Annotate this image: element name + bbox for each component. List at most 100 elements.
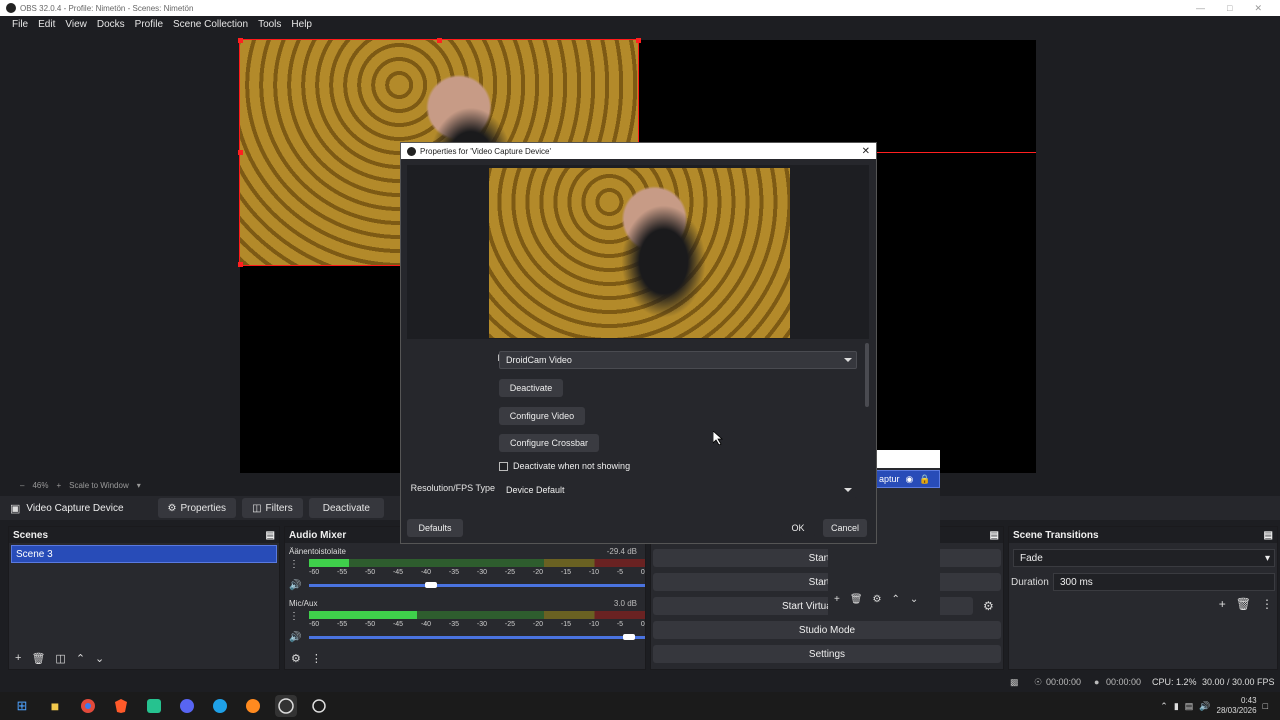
advanced-audio-icon[interactable]: ⚙	[291, 652, 301, 665]
scrollbar[interactable]	[865, 343, 869, 407]
gear-icon[interactable]: ⚙	[983, 599, 994, 613]
menu-dots-icon[interactable]: ⋮	[289, 611, 299, 622]
network-icon[interactable]: ▤	[1185, 701, 1194, 712]
volume-slider[interactable]	[309, 582, 645, 588]
duration-label: Duration	[1011, 577, 1049, 588]
app-icon[interactable]	[143, 695, 165, 717]
volume-slider[interactable]	[309, 634, 645, 640]
firefox-icon[interactable]	[242, 695, 264, 717]
deactivate-checkbox-row[interactable]: Deactivate when not showing	[499, 461, 630, 471]
clock-time[interactable]: 0:43	[1241, 696, 1257, 706]
deactivate-button[interactable]: Deactivate	[308, 498, 384, 518]
gear-icon[interactable]: ⚙	[873, 594, 882, 605]
clock-date[interactable]: 28/03/2026	[1217, 706, 1257, 716]
ok-button[interactable]: OK	[781, 519, 815, 537]
obs-icon[interactable]	[275, 695, 297, 717]
eye-icon[interactable]: ◉	[906, 474, 914, 485]
chevron-up-icon[interactable]: ⌃	[76, 652, 85, 665]
chevron-down-icon[interactable]: ⌄	[95, 652, 104, 665]
app2-icon[interactable]	[308, 695, 330, 717]
file-explorer-icon[interactable]: ■	[44, 695, 66, 717]
undock-icon[interactable]: ▤	[266, 530, 275, 541]
brave-icon[interactable]	[110, 695, 132, 717]
volume-knob[interactable]	[424, 582, 437, 588]
chevron-down-icon[interactable]: ▾	[137, 481, 141, 490]
menu-file[interactable]: File	[12, 19, 28, 30]
properties-button[interactable]: ⚙ Properties	[157, 498, 237, 518]
undock-icon[interactable]: ▤	[990, 530, 999, 541]
trash-icon[interactable]: 🗑	[850, 594, 863, 605]
sources-footer: + 🗑 ⚙ ⌃ ⌄	[834, 594, 918, 605]
undock-icon[interactable]: ▤	[1264, 530, 1273, 541]
menu-profile[interactable]: Profile	[135, 19, 163, 30]
filter-icon[interactable]: ◫	[55, 652, 65, 665]
configure-crossbar-button[interactable]: Configure Crossbar	[499, 434, 599, 452]
discord-icon[interactable]	[176, 695, 198, 717]
scale-mode[interactable]: Scale to Window	[69, 481, 129, 490]
resfps-value: Device Default	[506, 485, 565, 495]
source-item[interactable]: aptur ◉ 🔒	[876, 470, 940, 488]
windows-start-icon[interactable]: ⊞	[11, 695, 33, 717]
meter-level	[309, 559, 350, 567]
transition-select[interactable]: Fade ▾	[1013, 549, 1275, 567]
notification-icon[interactable]: □	[1263, 701, 1268, 711]
meter-level	[309, 611, 417, 619]
studio-mode-button[interactable]: Studio Mode	[653, 621, 1001, 639]
menu-edit[interactable]: Edit	[38, 19, 55, 30]
defaults-label: Defaults	[418, 523, 452, 533]
menu-scene-collection[interactable]: Scene Collection	[173, 19, 248, 30]
cancel-button[interactable]: Cancel	[823, 519, 867, 537]
add-icon[interactable]: +	[15, 652, 21, 665]
zoom-out-icon[interactable]: –	[20, 481, 24, 490]
chevron-down-icon[interactable]: ⌄	[910, 594, 918, 605]
start-recording-button[interactable]: Start Re	[653, 573, 1001, 591]
zoom-in-icon[interactable]: +	[56, 481, 61, 490]
speaker-icon[interactable]: 🔊	[289, 580, 301, 591]
resize-handle[interactable]	[636, 38, 641, 43]
maximize-icon[interactable]: □	[1227, 3, 1232, 14]
close-icon[interactable]: ✕	[862, 146, 870, 157]
start-streaming-button[interactable]: Start Str	[653, 549, 1001, 567]
filters-button[interactable]: ◫ Filters	[242, 498, 303, 518]
device-select[interactable]: DroidCam Video	[499, 351, 857, 369]
source-name: Video Capture Device	[26, 502, 124, 514]
minimize-icon[interactable]: —	[1196, 3, 1205, 14]
menu-tools[interactable]: Tools	[258, 19, 281, 30]
resize-handle[interactable]	[238, 150, 243, 155]
defaults-button[interactable]: Defaults	[407, 519, 463, 537]
configure-video-button[interactable]: Configure Video	[499, 407, 585, 425]
menu-dots-icon[interactable]: ⋮	[289, 559, 299, 570]
trash-icon[interactable]: 🗑	[1236, 597, 1251, 611]
edge-icon[interactable]	[209, 695, 231, 717]
close-icon[interactable]: ✕	[1254, 3, 1262, 14]
microphone-icon[interactable]: ▮	[1174, 701, 1179, 712]
resize-handle[interactable]	[437, 38, 442, 43]
scene-item[interactable]: Scene 3	[11, 545, 277, 563]
chevron-up-icon[interactable]: ⌃	[1160, 701, 1168, 712]
settings-button[interactable]: Settings	[653, 645, 1001, 663]
speaker-icon[interactable]: 🔊	[1199, 701, 1210, 712]
duration-field[interactable]: 300 ms	[1053, 573, 1275, 591]
speaker-icon[interactable]: 🔊	[289, 632, 301, 643]
volume-knob[interactable]	[622, 634, 635, 640]
resfps-select[interactable]: Device Default	[499, 481, 857, 499]
resize-handle[interactable]	[238, 38, 243, 43]
menu-dots-icon[interactable]: ⋮	[311, 652, 322, 665]
add-icon[interactable]: +	[1219, 597, 1226, 611]
transition-actions: + 🗑 ⋮	[1219, 597, 1273, 611]
resize-handle[interactable]	[238, 262, 243, 267]
menu-view[interactable]: View	[65, 19, 87, 30]
trash-icon[interactable]: 🗑	[31, 652, 45, 665]
deactivate-checkbox[interactable]	[499, 461, 508, 471]
gear-icon: ⚙	[167, 502, 177, 514]
chrome-icon[interactable]	[77, 695, 99, 717]
menu-dots-icon[interactable]: ⋮	[1261, 597, 1273, 611]
deactivate-button[interactable]: Deactivate	[499, 379, 563, 397]
lock-icon[interactable]: 🔒	[919, 474, 930, 485]
add-icon[interactable]: +	[834, 594, 840, 605]
chevron-up-icon[interactable]: ⌃	[892, 594, 900, 605]
menu-docks[interactable]: Docks	[97, 19, 125, 30]
stream-icon: ☉	[1034, 677, 1043, 687]
chevron-down-icon	[844, 358, 852, 362]
menu-help[interactable]: Help	[291, 19, 312, 30]
